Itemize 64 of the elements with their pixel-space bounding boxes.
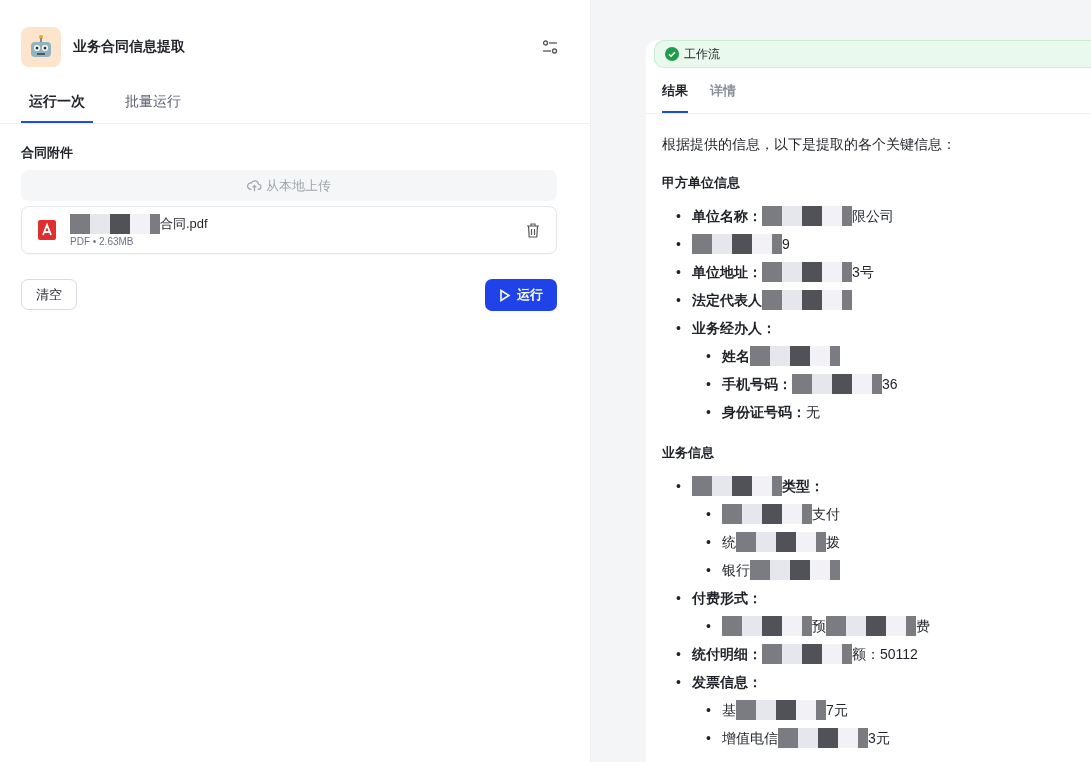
field-value: 7元 (826, 700, 848, 720)
app-title: 业务合同信息提取 (73, 38, 186, 56)
clear-button[interactable]: 清空 (21, 279, 77, 310)
field-label: 类型： (782, 476, 824, 496)
field-label: 姓名 (722, 346, 750, 366)
run-button[interactable]: 运行 (485, 279, 557, 311)
field-value: 基 (722, 700, 736, 720)
section-heading: 甲方单位信息 (662, 174, 741, 192)
bullet: • (676, 644, 682, 664)
field-value: 限公司 (852, 206, 894, 226)
pdf-file-icon (38, 220, 56, 240)
field-value: 费 (916, 616, 930, 636)
bullet: • (676, 290, 682, 310)
field-value: 额：50112 (852, 644, 918, 664)
field-label: 身份证号码： (722, 402, 806, 422)
status-label: 工作流 (684, 45, 720, 63)
field-value: 银行 (722, 560, 750, 580)
field-label: 合同附件 (21, 144, 74, 162)
bullet: • (676, 672, 682, 692)
bullet: • (676, 588, 682, 608)
bullet: • (676, 476, 682, 496)
field-label: 法定代表人 (692, 290, 762, 310)
field-value: 无 (806, 402, 820, 422)
field-label: 付费形式： (692, 588, 762, 608)
settings-icon[interactable] (542, 39, 558, 55)
field-label: 手机号码： (722, 374, 792, 394)
field-value: 统 (722, 532, 736, 552)
field-label: 统付明细： (692, 644, 762, 664)
field-value: 9 (782, 234, 790, 254)
bullet: • (706, 532, 712, 552)
field-value: 支付 (812, 504, 840, 524)
bullet: • (706, 504, 712, 524)
tab[interactable]: 运行一次 (21, 87, 93, 123)
bullet: • (676, 262, 682, 282)
field-label: 业务经办人： (692, 318, 776, 338)
file-meta: PDF • 2.63MB (70, 235, 135, 247)
bullet: • (706, 560, 712, 580)
tab[interactable]: 批量运行 (117, 87, 189, 123)
field-label: 发票信息： (692, 672, 762, 692)
field-label: 单位地址： (692, 262, 762, 282)
play-icon (499, 288, 511, 302)
robot-avatar-icon (21, 27, 61, 67)
field-value: 增值电信 (722, 728, 778, 748)
field-label: 单位名称： (692, 206, 762, 226)
bullet: • (676, 234, 682, 254)
field-value: 预 (812, 616, 826, 636)
trash-icon[interactable] (526, 222, 540, 238)
bullet: • (706, 616, 712, 636)
bullet: • (676, 206, 682, 226)
bullet: • (706, 374, 712, 394)
bullet: • (706, 402, 712, 422)
tab[interactable]: 结果 (662, 76, 688, 113)
field-value: 合同.pdf (160, 214, 208, 233)
bullet: • (676, 318, 682, 338)
section-heading: 业务信息 (662, 444, 715, 462)
intro-text: 根据提供的信息，以下是提取的各个关键信息： (662, 136, 957, 154)
cloud-upload-icon (247, 179, 262, 192)
field-value: 3元 (868, 728, 890, 748)
bullet: • (706, 700, 712, 720)
bullet: • (706, 346, 712, 366)
bullet: • (706, 728, 712, 748)
field-value: 36 (882, 374, 898, 394)
field-value: 拨 (826, 532, 840, 552)
field-value: 3号 (852, 262, 874, 282)
